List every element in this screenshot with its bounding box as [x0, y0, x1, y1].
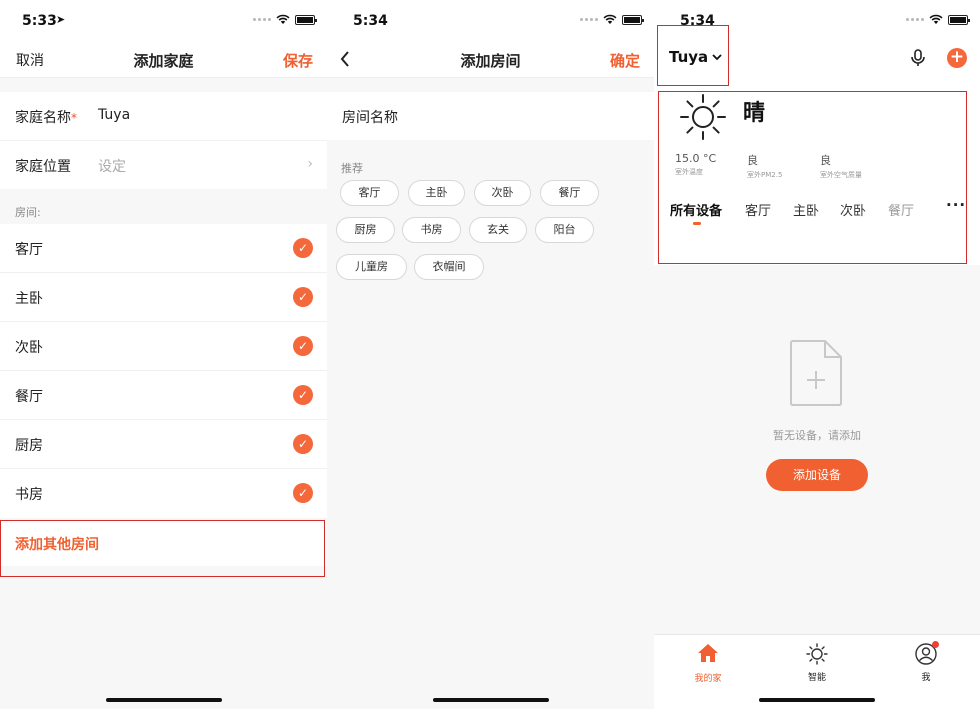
add-icon[interactable]: +	[947, 48, 967, 68]
home-screen: 5:34 Tuya + 晴 15.0 °C 室外温度 良 室外PM2.5 良 室…	[654, 0, 980, 709]
family-name-label: 家庭名称	[15, 110, 71, 126]
home-icon	[698, 644, 718, 662]
room-item[interactable]: 书房 ✓	[0, 469, 327, 518]
page-title: 添加房间	[460, 52, 521, 70]
empty-state-text: 暂无设备，请添加	[773, 429, 861, 442]
tab-label: 智能	[807, 673, 826, 683]
room-label: 主卧	[15, 291, 43, 307]
tab-bar: 我的家 智能 我	[654, 634, 980, 709]
chevron-right-icon: ›	[307, 156, 313, 172]
wifi-icon	[929, 14, 943, 24]
room-chip[interactable]: 书房	[402, 217, 461, 243]
home-indicator	[432, 698, 549, 702]
family-location-label: 家庭位置	[15, 159, 71, 175]
room-chip[interactable]: 衣帽间	[414, 254, 484, 280]
checkmark-icon[interactable]: ✓	[293, 238, 313, 258]
empty-document-icon	[790, 340, 842, 406]
checkmark-icon[interactable]: ✓	[293, 434, 313, 454]
checkmark-icon[interactable]: ✓	[293, 336, 313, 356]
room-item[interactable]: 厨房 ✓	[0, 420, 327, 469]
status-time: 5:33	[22, 13, 57, 29]
recommend-label: 推荐	[341, 162, 363, 175]
room-chip[interactable]: 阳台	[535, 217, 594, 243]
highlight-box	[657, 25, 729, 86]
required-mark: *	[71, 111, 77, 125]
page-title: 添加家庭	[133, 52, 194, 70]
room-chip[interactable]: 客厅	[340, 180, 399, 206]
room-label: 厨房	[15, 438, 43, 454]
highlight-box	[0, 520, 325, 577]
nav-bar: 添加房间 确定	[327, 40, 654, 78]
battery-icon	[295, 14, 317, 25]
room-label: 客厅	[15, 242, 43, 258]
family-name-row[interactable]: 家庭名称* Tuya	[0, 92, 327, 140]
checkmark-icon[interactable]: ✓	[293, 287, 313, 307]
wifi-icon	[603, 14, 617, 24]
family-location-value: 设定	[98, 159, 126, 175]
room-item[interactable]: 餐厅 ✓	[0, 371, 327, 420]
home-indicator	[759, 698, 875, 702]
home-indicator	[105, 698, 222, 702]
family-location-row[interactable]: 家庭位置 设定 ›	[0, 141, 327, 189]
room-chip[interactable]: 餐厅	[540, 180, 599, 206]
tab-label: 我的家	[694, 674, 722, 684]
nav-bar: 取消 添加家庭 保存	[0, 40, 327, 78]
tab-me[interactable]: 我	[896, 641, 956, 683]
room-label: 书房	[15, 487, 43, 503]
add-device-button[interactable]: 添加设备	[766, 459, 868, 491]
highlight-box	[658, 91, 967, 264]
room-chip[interactable]: 玄关	[469, 217, 527, 243]
status-time: 5:34	[353, 13, 388, 29]
status-bar: 5:34	[327, 0, 654, 40]
room-name-input[interactable]: 房间名称	[342, 107, 398, 127]
room-label: 次卧	[15, 340, 43, 356]
rooms-section-label: 房间:	[15, 206, 41, 219]
cellular-signal-icon	[580, 18, 598, 21]
battery-icon	[622, 14, 644, 25]
battery-icon	[948, 14, 970, 25]
room-chip[interactable]: 次卧	[474, 180, 531, 206]
location-arrow-icon: ➤	[56, 13, 66, 26]
room-chip[interactable]: 主卧	[408, 180, 465, 206]
tab-smart[interactable]: 智能	[787, 643, 847, 683]
status-bar: 5:33 ➤	[0, 0, 327, 40]
confirm-button[interactable]: 确定	[610, 50, 640, 71]
family-name-input[interactable]: Tuya	[98, 107, 130, 123]
smart-sun-icon	[806, 643, 828, 665]
room-chip[interactable]: 儿童房	[336, 254, 407, 280]
room-item[interactable]: 主卧 ✓	[0, 273, 327, 322]
wifi-icon	[276, 14, 290, 24]
notification-dot	[932, 641, 939, 648]
room-label: 餐厅	[15, 389, 43, 405]
add-room-screen: 5:34 添加房间 确定 房间名称 推荐 客厅 主卧 次卧 餐厅 厨房 书房 玄…	[327, 0, 654, 709]
tab-home[interactable]: 我的家	[678, 643, 738, 684]
checkmark-icon[interactable]: ✓	[293, 483, 313, 503]
checkmark-icon[interactable]: ✓	[293, 385, 313, 405]
save-button[interactable]: 保存	[283, 50, 313, 71]
tab-label: 我	[921, 673, 931, 683]
cellular-signal-icon	[906, 18, 924, 21]
room-chip[interactable]: 厨房	[336, 217, 395, 243]
room-name-row[interactable]: 房间名称	[327, 92, 654, 140]
room-item[interactable]: 客厅 ✓	[0, 224, 327, 273]
room-item[interactable]: 次卧 ✓	[0, 322, 327, 371]
cellular-signal-icon	[253, 18, 271, 21]
microphone-icon[interactable]	[910, 49, 926, 67]
add-family-screen: 5:33 ➤ 取消 添加家庭 保存 家庭名称* Tuya 家庭位置 设定 › 房…	[0, 0, 327, 709]
